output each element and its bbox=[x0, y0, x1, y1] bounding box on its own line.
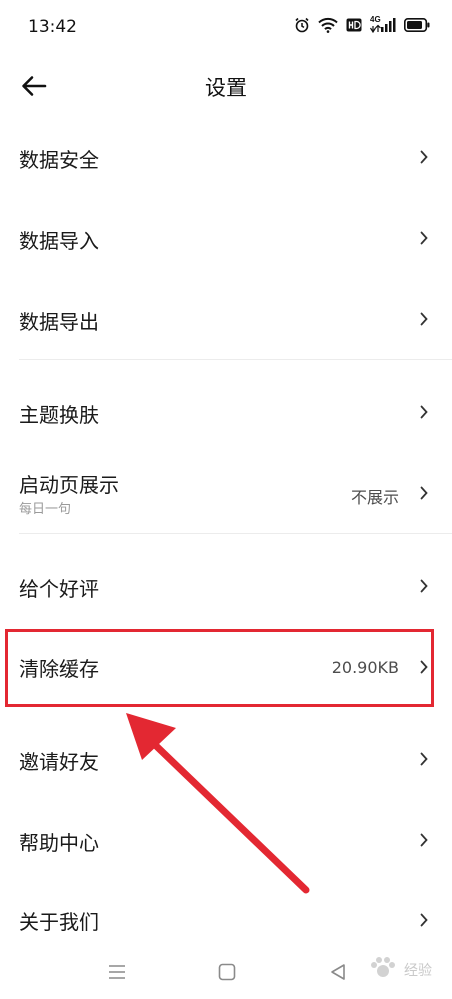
row-label: 帮助中心 bbox=[19, 831, 99, 855]
chevron-right-icon bbox=[420, 405, 428, 419]
row-label: 清除缓存 bbox=[19, 657, 99, 681]
divider bbox=[19, 359, 452, 360]
divider bbox=[19, 533, 452, 534]
hd-icon bbox=[346, 18, 362, 32]
row-label: 数据安全 bbox=[19, 148, 99, 172]
page-title: 设置 bbox=[205, 76, 247, 100]
row-splash[interactable]: 启动页展示 每日一句 不展示 bbox=[0, 453, 452, 533]
battery-icon bbox=[404, 18, 430, 32]
row-value: 不展示 bbox=[350, 488, 399, 507]
row-subtitle: 每日一句 bbox=[19, 502, 72, 517]
row-label: 数据导入 bbox=[19, 229, 99, 253]
wifi-icon bbox=[318, 17, 338, 33]
row-value: 20.90KB bbox=[331, 658, 399, 677]
row-rate[interactable]: 给个好评 bbox=[0, 546, 452, 626]
status-icons: 4G bbox=[294, 15, 430, 33]
home-icon bbox=[218, 963, 236, 985]
row-data-security[interactable]: 数据安全 bbox=[0, 117, 452, 197]
row-help[interactable]: 帮助中心 bbox=[0, 800, 452, 880]
chevron-right-icon bbox=[420, 579, 428, 593]
back-nav-button[interactable] bbox=[318, 958, 358, 990]
watermark-text: 经验 bbox=[404, 963, 432, 979]
row-clear-cache[interactable]: 清除缓存 20.90KB bbox=[0, 628, 452, 708]
home-button[interactable] bbox=[207, 958, 247, 990]
row-invite[interactable]: 邀请好友 bbox=[0, 719, 452, 799]
chevron-right-icon bbox=[420, 231, 428, 245]
chevron-right-icon bbox=[420, 486, 428, 500]
row-label: 数据导出 bbox=[19, 310, 99, 334]
row-about[interactable]: 关于我们 bbox=[0, 881, 452, 951]
row-theme[interactable]: 主题换肤 bbox=[0, 372, 452, 452]
header: 设置 bbox=[0, 58, 452, 116]
status-bar: 13:42 4G bbox=[0, 0, 452, 58]
row-data-export[interactable]: 数据导出 bbox=[0, 279, 452, 359]
chevron-right-icon bbox=[420, 312, 428, 326]
back-triangle-icon bbox=[329, 963, 347, 985]
menu-button[interactable] bbox=[97, 958, 137, 990]
chevron-right-icon bbox=[420, 913, 428, 927]
row-data-import[interactable]: 数据导入 bbox=[0, 198, 452, 278]
row-label: 启动页展示 bbox=[19, 473, 119, 497]
chevron-right-icon bbox=[420, 833, 428, 847]
paw-icon bbox=[366, 956, 400, 984]
alarm-icon bbox=[294, 17, 310, 33]
row-label: 关于我们 bbox=[19, 910, 99, 934]
status-time: 13:42 bbox=[28, 17, 77, 37]
signal-icon: 4G bbox=[370, 15, 396, 33]
chevron-right-icon bbox=[420, 752, 428, 766]
chevron-right-icon bbox=[420, 150, 428, 164]
menu-icon bbox=[107, 964, 127, 984]
watermark: 经验 bbox=[366, 956, 432, 984]
row-label: 给个好评 bbox=[19, 577, 99, 601]
row-label: 主题换肤 bbox=[19, 403, 99, 427]
row-label: 邀请好友 bbox=[19, 750, 99, 774]
chevron-right-icon bbox=[420, 660, 428, 674]
